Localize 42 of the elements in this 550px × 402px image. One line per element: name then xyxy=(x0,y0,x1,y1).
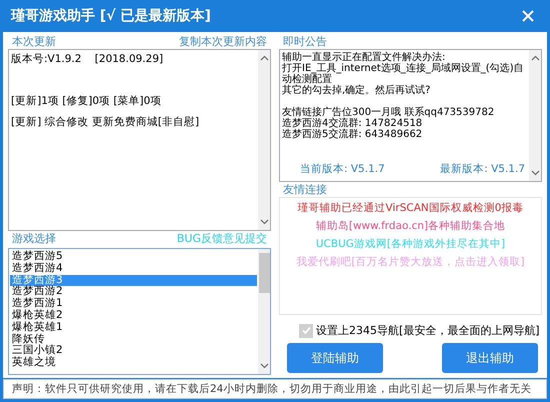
game-list-item[interactable]: 造梦西游4 xyxy=(10,262,257,275)
notice-line: 其它的勾去掉,确定。然后再试试? xyxy=(282,85,432,96)
section-heading: 即时公告 xyxy=(283,35,327,48)
update-text-area[interactable]: 版本号:V1.9.2 [2018.09.29] [更新]1项 [修复]0项 [菜单]0项 [更新] 综合修改 更新免费商城[非自慰] xyxy=(8,49,271,231)
scrollbar[interactable] xyxy=(258,249,270,374)
chevron-up-icon[interactable] xyxy=(530,55,540,61)
game-list-item[interactable]: 三国小镇2 xyxy=(10,345,257,358)
game-list-item[interactable]: 爆枪英雄2 xyxy=(10,310,257,322)
chevron-down-icon[interactable] xyxy=(260,363,268,369)
notice-line: 打开IE_工具_internet选项_连接_局域网设置_(勾选)自动检测配置 xyxy=(282,63,525,85)
section-heading: 本次更新 xyxy=(12,35,56,48)
game-list-item[interactable]: 造梦西游1 xyxy=(10,298,257,310)
status-bar: 声明：软件只可供研究使用，请在下载后24小时内删除，切勿用于商业用途，由此引起一切后果与作者无关 xyxy=(3,379,547,399)
game-list-item[interactable]: 爆枪英雄1 xyxy=(10,322,257,334)
update-line: [更新]1项 [修复]0项 [菜单]0项 xyxy=(11,94,162,108)
friend-link[interactable]: 瑾哥辅助已经通过VirSCAN国际权威检测0报毒 xyxy=(298,201,524,216)
update-line: 版本号:V1.9.2 [2018.09.29] xyxy=(11,52,164,66)
chevron-down-icon[interactable] xyxy=(260,219,268,225)
latest-version: 最新版本: V5.1.7 xyxy=(440,162,525,176)
action-button[interactable]: 退出辅助 xyxy=(442,343,538,373)
scrollbar[interactable] xyxy=(529,50,541,181)
window-title: 瑾哥游戏助手 [√ 已是最新版本] xyxy=(11,7,211,25)
current-version: 当前版本: V5.1.7 xyxy=(300,162,385,176)
update-line: [更新] 综合修改 更新免费商城[非自慰] xyxy=(11,115,200,129)
game-list-item[interactable]: 造梦西游5 xyxy=(10,251,257,263)
game-list-item[interactable]: 英雄之境 xyxy=(10,357,257,369)
notice-line: 辅助一直显示正在配置文件解决办法: xyxy=(282,52,446,63)
scrollbar-thumb[interactable] xyxy=(258,252,270,292)
scrollbar[interactable] xyxy=(258,50,270,230)
notice-text-area[interactable]: 辅助一直显示正在配置文件解决办法: 打开IE_工具_internet选项_连接_局域网设置_(勾选)自动检测配置 其它的勾去掉,确定。然后再试试? 友情链接广告位300一月哦 联系qq473539782 造梦西游4交流群: 147824518 造梦西游5交流群: 643489662 当前版本: V5.1.7 最新版本: V5.1.7 xyxy=(279,49,542,182)
section-heading: 游戏选择 xyxy=(12,232,56,245)
chevron-down-icon[interactable] xyxy=(530,170,540,176)
action-button[interactable]: 登陆辅助 xyxy=(287,343,383,373)
notice-line: 友情链接广告位300一月哦 联系qq473539782 xyxy=(282,107,496,118)
chevron-up-icon[interactable] xyxy=(260,55,268,61)
section-heading: 友情连接 xyxy=(283,183,327,196)
checkbox-label: 设置上2345导航[最安全，最全面的上网导航] xyxy=(316,323,540,338)
close-icon[interactable] xyxy=(521,9,535,23)
game-list-item[interactable]: 降妖传 xyxy=(10,334,257,346)
notice-line: 造梦西游4交流群: 147824518 xyxy=(282,118,424,129)
notice-line: 造梦西游5交流群: 643489662 xyxy=(282,129,424,140)
game-list-item[interactable]: 造梦西游2 xyxy=(10,286,257,298)
